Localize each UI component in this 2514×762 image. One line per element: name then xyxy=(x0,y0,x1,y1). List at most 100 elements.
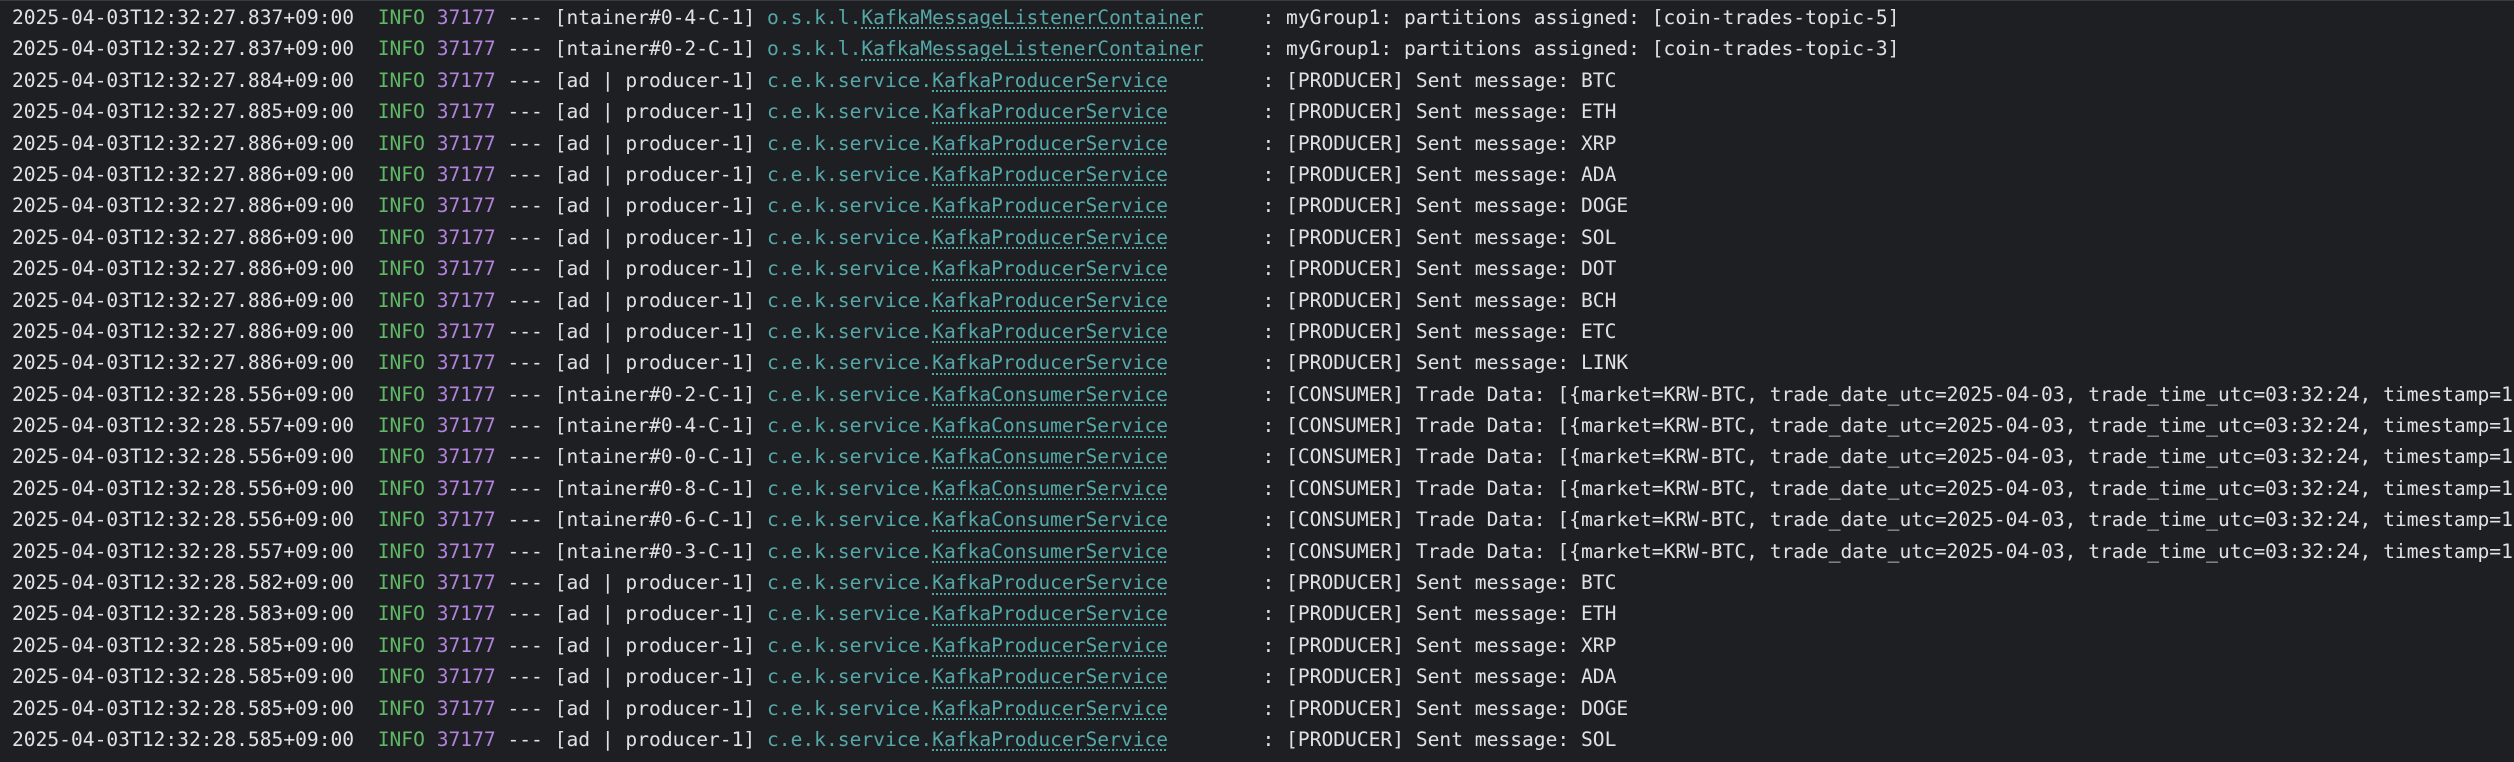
log-logger-class[interactable]: KafkaProducerService xyxy=(932,320,1168,343)
log-level: INFO xyxy=(377,571,425,595)
log-thread: [ad | producer-1] xyxy=(554,602,756,626)
log-line[interactable]: 2025-04-03T12:32:27.886+09:00 INFO 37177… xyxy=(12,253,2514,284)
log-logger-padding xyxy=(1168,163,1251,186)
log-timestamp: 2025-04-03T12:32:27.886+09:00 xyxy=(12,194,355,218)
log-thread: [ad | producer-1] xyxy=(554,351,756,375)
log-logger-package: o.s.k.l. xyxy=(767,37,862,61)
log-line[interactable]: 2025-04-03T12:32:27.837+09:00 INFO 37177… xyxy=(12,33,2514,64)
console-top-divider xyxy=(0,0,2514,1)
log-logger-class[interactable]: KafkaProducerService xyxy=(932,163,1168,186)
log-line[interactable]: 2025-04-03T12:32:28.557+09:00 INFO 37177… xyxy=(12,410,2514,441)
log-logger-class[interactable]: KafkaConsumerService xyxy=(932,477,1168,500)
log-pid: 37177 xyxy=(436,288,496,312)
log-line[interactable]: 2025-04-03T12:32:27.886+09:00 INFO 37177… xyxy=(12,159,2514,190)
log-line[interactable]: 2025-04-03T12:32:27.886+09:00 INFO 37177… xyxy=(12,285,2514,316)
log-logger-class[interactable]: KafkaConsumerService xyxy=(932,540,1168,563)
log-logger-class[interactable]: KafkaProducerService xyxy=(932,665,1168,688)
log-line[interactable]: 2025-04-03T12:32:27.885+09:00 INFO 37177… xyxy=(12,96,2514,127)
log-thread: [ad | producer-1] xyxy=(554,571,756,595)
log-logger-class[interactable]: KafkaProducerService xyxy=(932,634,1168,657)
log-separator: --- xyxy=(507,68,543,92)
log-line[interactable]: 2025-04-03T12:32:27.884+09:00 INFO 37177… xyxy=(12,65,2514,96)
log-level: INFO xyxy=(377,194,425,218)
log-level: INFO xyxy=(377,100,425,124)
log-line[interactable]: 2025-04-03T12:32:27.886+09:00 INFO 37177… xyxy=(12,128,2514,159)
log-timestamp: 2025-04-03T12:32:28.556+09:00 xyxy=(12,445,355,469)
log-line[interactable]: 2025-04-03T12:32:28.585+09:00 INFO 37177… xyxy=(12,693,2514,724)
log-line[interactable]: 2025-04-03T12:32:27.886+09:00 INFO 37177… xyxy=(12,316,2514,347)
log-line[interactable]: 2025-04-03T12:32:28.556+09:00 INFO 37177… xyxy=(12,379,2514,410)
log-line[interactable]: 2025-04-03T12:32:28.585+09:00 INFO 37177… xyxy=(12,630,2514,661)
log-separator: --- xyxy=(507,257,543,281)
log-logger-class[interactable]: KafkaConsumerService xyxy=(932,414,1168,437)
log-level: INFO xyxy=(377,445,425,469)
log-line[interactable]: 2025-04-03T12:32:28.582+09:00 INFO 37177… xyxy=(12,567,2514,598)
log-logger-class[interactable]: KafkaProducerService xyxy=(932,194,1168,217)
log-logger-class[interactable]: KafkaProducerService xyxy=(932,571,1168,594)
log-line[interactable]: 2025-04-03T12:32:28.556+09:00 INFO 37177… xyxy=(12,504,2514,535)
log-logger-class[interactable]: KafkaProducerService xyxy=(932,697,1168,720)
log-timestamp: 2025-04-03T12:32:27.886+09:00 xyxy=(12,131,355,155)
log-separator: --- xyxy=(507,665,543,689)
log-logger-class[interactable]: KafkaProducerService xyxy=(932,289,1168,312)
log-lines: 2025-04-03T12:32:27.837+09:00 INFO 37177… xyxy=(12,2,2514,755)
log-logger-class[interactable]: KafkaProducerService xyxy=(932,602,1168,625)
log-thread: [ad | producer-1] xyxy=(554,727,756,751)
log-timestamp: 2025-04-03T12:32:27.884+09:00 xyxy=(12,68,355,92)
console-log-output[interactable]: 2025-04-03T12:32:27.837+09:00 INFO 37177… xyxy=(0,0,2514,762)
log-thread: [ad | producer-1] xyxy=(554,131,756,155)
log-line[interactable]: 2025-04-03T12:32:27.886+09:00 INFO 37177… xyxy=(12,347,2514,378)
log-line[interactable]: 2025-04-03T12:32:28.556+09:00 INFO 37177… xyxy=(12,441,2514,472)
log-separator: --- xyxy=(507,6,543,29)
log-separator: --- xyxy=(507,571,543,595)
log-line[interactable]: 2025-04-03T12:32:28.556+09:00 INFO 37177… xyxy=(12,473,2514,504)
log-logger-package: c.e.k.service. xyxy=(767,539,933,563)
log-pid: 37177 xyxy=(436,539,496,563)
log-thread: [ntainer#0-0-C-1] xyxy=(554,445,756,469)
log-logger-class[interactable]: KafkaProducerService xyxy=(932,728,1168,751)
log-level: INFO xyxy=(377,68,425,92)
log-message: : [PRODUCER] Sent message: ADA xyxy=(1262,162,1617,186)
log-line[interactable]: 2025-04-03T12:32:27.886+09:00 INFO 37177… xyxy=(12,190,2514,221)
log-logger-class[interactable]: KafkaConsumerService xyxy=(932,383,1168,406)
log-thread: [ntainer#0-8-C-1] xyxy=(554,476,756,500)
log-separator: --- xyxy=(507,288,543,312)
log-logger-padding xyxy=(1168,571,1251,594)
log-line[interactable]: 2025-04-03T12:32:28.585+09:00 INFO 37177… xyxy=(12,661,2514,692)
log-logger-class[interactable]: KafkaConsumerService xyxy=(932,445,1168,468)
log-line[interactable]: 2025-04-03T12:32:27.886+09:00 INFO 37177… xyxy=(12,222,2514,253)
log-message: : [CONSUMER] Trade Data: [{market=KRW-BT… xyxy=(1262,539,2514,563)
log-logger-padding xyxy=(1168,69,1251,92)
log-message: : [PRODUCER] Sent message: BCH xyxy=(1262,288,1617,312)
log-logger-class[interactable]: KafkaConsumerService xyxy=(932,508,1168,531)
log-line[interactable]: 2025-04-03T12:32:28.585+09:00 INFO 37177… xyxy=(12,724,2514,755)
log-logger-class[interactable]: KafkaMessageListenerContainer xyxy=(861,6,1203,29)
log-logger-package: c.e.k.service. xyxy=(767,131,933,155)
log-logger-padding xyxy=(1168,100,1251,123)
log-message: : [PRODUCER] Sent message: ETC xyxy=(1262,319,1617,343)
log-line[interactable]: 2025-04-03T12:32:28.583+09:00 INFO 37177… xyxy=(12,598,2514,629)
log-logger-class[interactable]: KafkaProducerService xyxy=(932,226,1168,249)
log-logger-padding xyxy=(1168,634,1251,657)
log-pid: 37177 xyxy=(436,414,496,438)
log-separator: --- xyxy=(507,633,543,657)
log-timestamp: 2025-04-03T12:32:27.886+09:00 xyxy=(12,257,355,281)
log-thread: [ad | producer-1] xyxy=(554,696,756,720)
log-timestamp: 2025-04-03T12:32:28.583+09:00 xyxy=(12,602,355,626)
log-thread: [ntainer#0-3-C-1] xyxy=(554,539,756,563)
log-logger-padding xyxy=(1168,602,1251,625)
log-timestamp: 2025-04-03T12:32:28.557+09:00 xyxy=(12,539,355,563)
log-logger-class[interactable]: KafkaProducerService xyxy=(932,257,1168,280)
log-logger-class[interactable]: KafkaProducerService xyxy=(932,351,1168,374)
log-line[interactable]: 2025-04-03T12:32:27.837+09:00 INFO 37177… xyxy=(12,2,2514,33)
log-line[interactable]: 2025-04-03T12:32:28.557+09:00 INFO 37177… xyxy=(12,536,2514,567)
log-logger-class[interactable]: KafkaProducerService xyxy=(932,100,1168,123)
log-message: : [CONSUMER] Trade Data: [{market=KRW-BT… xyxy=(1262,414,2514,438)
log-logger-class[interactable]: KafkaProducerService xyxy=(932,132,1168,155)
log-logger-package: c.e.k.service. xyxy=(767,665,933,689)
log-logger-class[interactable]: KafkaProducerService xyxy=(932,69,1168,92)
log-pid: 37177 xyxy=(436,382,496,406)
log-logger-class[interactable]: KafkaMessageListenerContainer xyxy=(861,37,1203,60)
log-level: INFO xyxy=(377,257,425,281)
log-logger-package: c.e.k.service. xyxy=(767,382,933,406)
